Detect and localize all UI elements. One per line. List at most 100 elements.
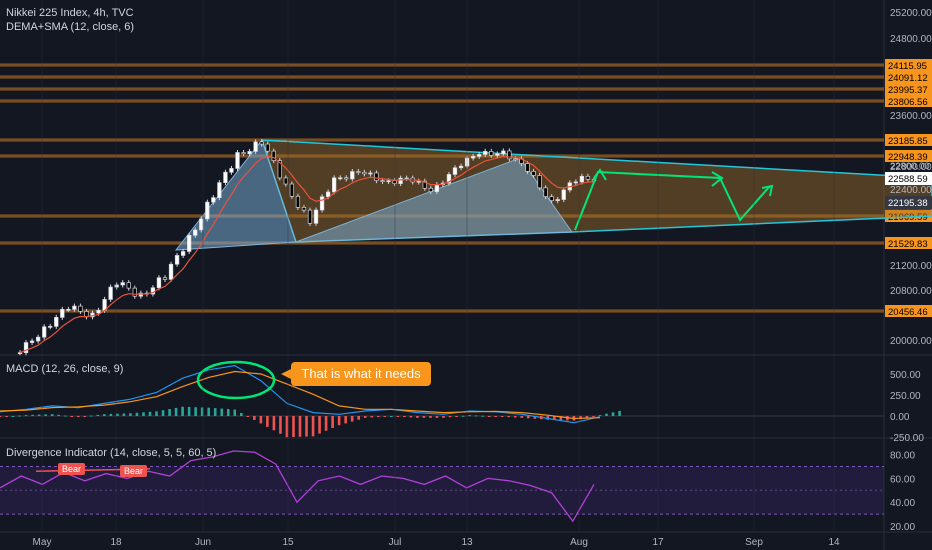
candle (60, 309, 65, 318)
candle (573, 181, 578, 184)
candle (78, 305, 83, 312)
macd-histogram-bar (442, 416, 445, 418)
time-tick-label: 14 (828, 537, 840, 548)
macd-histogram-bar (520, 416, 524, 418)
candle (17, 352, 23, 355)
candle (374, 172, 379, 181)
candle (350, 171, 355, 180)
macd-histogram-bar (109, 413, 113, 416)
level-price-label: 23185.85 (888, 136, 928, 147)
macd-histogram-bar (83, 416, 87, 417)
divergence-legend[interactable]: Divergence Indicator (14, close, 5, 5, 6… (6, 446, 216, 460)
indicator-legend[interactable]: DEMA+SMA (12, close, 6) (6, 20, 134, 34)
macd-histogram-bar (416, 416, 419, 418)
candle (187, 235, 192, 252)
macd-histogram-bar (253, 416, 256, 420)
candle (180, 251, 186, 256)
candle (319, 196, 325, 211)
candle (428, 187, 433, 192)
candle (501, 150, 506, 155)
candle (96, 310, 101, 314)
candle (368, 172, 373, 175)
macd-histogram-bar (618, 410, 621, 416)
candle (66, 309, 71, 311)
level-price-label: 23806.56 (888, 97, 928, 108)
candle (362, 171, 367, 175)
macd-histogram-bar (90, 415, 93, 417)
divergence-title: Divergence Indicator (14, close, 5, 5, 6… (6, 447, 217, 459)
time-tick-label: May (33, 537, 52, 548)
candle (313, 209, 319, 224)
candle (42, 326, 47, 338)
macd-histogram-bar (298, 416, 302, 437)
macd-histogram-bar (5, 416, 8, 417)
candle (458, 165, 464, 169)
macd-histogram-bar (605, 413, 608, 416)
macd-histogram-bar (44, 414, 47, 416)
time-tick-label: 15 (282, 537, 294, 548)
macd-legend[interactable]: MACD (12, 26, close, 9) (6, 362, 123, 376)
level-price-label: 21529.83 (888, 239, 928, 250)
macd-histogram-bar (220, 408, 224, 416)
candle (235, 152, 240, 169)
candle (398, 177, 403, 184)
candle (35, 336, 41, 342)
macd-histogram-bar (31, 414, 34, 416)
macd-histogram-bar (181, 406, 184, 416)
macd-histogram-bar (403, 416, 406, 417)
candle (561, 189, 566, 200)
macd-title: MACD (12, 26, close, 9) (6, 363, 124, 375)
candle (470, 156, 476, 159)
macd-histogram-bar (226, 409, 230, 416)
chart-title[interactable]: Nikkei 225 Index, 4h, TVC (6, 6, 134, 20)
candle (537, 175, 542, 189)
macd-histogram-bar (96, 414, 100, 416)
macd-histogram-bar (370, 416, 374, 418)
time-tick-label: Sep (745, 537, 763, 548)
macd-histogram-bar (350, 416, 354, 422)
macd-histogram-bar (468, 415, 471, 417)
macd-histogram-bar (409, 416, 413, 418)
macd-histogram-bar (142, 412, 145, 416)
candle (217, 182, 222, 198)
macd-histogram-bar (507, 416, 510, 418)
macd-tick-label: -250.00 (890, 433, 924, 444)
candle (325, 191, 331, 198)
price-tick-label: 25200.00 (890, 8, 932, 19)
candle (307, 209, 313, 224)
candle (380, 180, 385, 182)
candle (416, 180, 421, 183)
candle (162, 277, 168, 280)
macd-histogram-bar (526, 416, 530, 419)
macd-histogram-bar (37, 414, 41, 416)
candle (156, 277, 162, 289)
divergence-tick-label: 60.00 (890, 474, 915, 485)
candle (525, 163, 530, 172)
macd-histogram-bar (63, 415, 67, 417)
macd-histogram-bar (76, 416, 80, 417)
time-tick-label: 18 (110, 537, 122, 548)
annotation-callout[interactable]: That is what it needs (281, 362, 431, 386)
macd-histogram-bar (513, 416, 517, 418)
macd-histogram-bar (240, 412, 243, 416)
macd-histogram-bar (396, 416, 400, 417)
macd-histogram-bar (207, 407, 210, 416)
macd-histogram-bar (246, 416, 250, 417)
macd-histogram-bar (266, 416, 269, 427)
candle (495, 153, 500, 156)
macd-histogram-bar (272, 416, 276, 431)
candle (585, 175, 591, 180)
macd-histogram-bar (422, 416, 426, 418)
candle (434, 184, 440, 192)
candle (301, 207, 307, 211)
macd-histogram-bar (331, 416, 334, 429)
macd-histogram-bar (592, 416, 595, 417)
divergence-tick-label: 80.00 (890, 451, 915, 462)
macd-histogram-bar (494, 416, 497, 417)
macd-histogram-bar (213, 408, 217, 416)
time-tick-label: Jun (195, 537, 211, 548)
candle (211, 197, 216, 203)
macd-histogram-bar (0, 416, 2, 417)
macd-histogram-bar (487, 416, 491, 417)
bear-label: Bear (58, 463, 86, 475)
